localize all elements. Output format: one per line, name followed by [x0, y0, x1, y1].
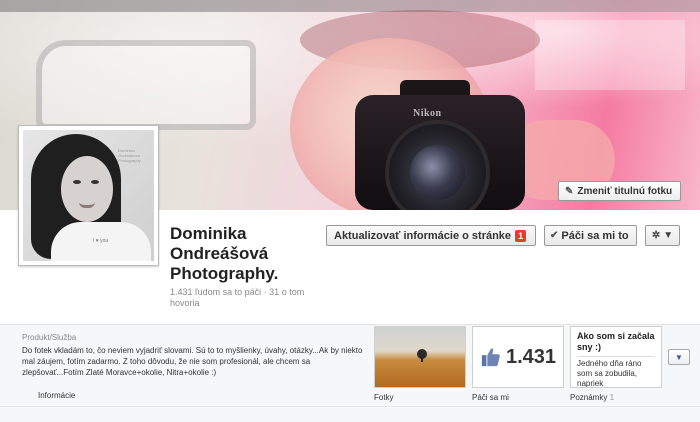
change-cover-label: Zmeniť titulnú fotku	[577, 185, 673, 197]
notes-count: 1	[609, 393, 615, 402]
likes-link[interactable]: Páči sa mi	[472, 393, 509, 402]
notes-app-box[interactable]: Ako som si začala sny :) Jedného dňa rán…	[570, 326, 662, 388]
profile-photo: I ♥ you Dominika Ondreasova Photography	[23, 130, 154, 261]
shirt-text: I ♥ you	[93, 238, 109, 244]
page-about: Do fotek vkladám to, čo neviem vyjadriť …	[22, 346, 363, 377]
like-button[interactable]: ✔ Páči sa mi to	[544, 225, 637, 246]
page-category: Produkt/Služba	[22, 333, 77, 342]
thumbs-up-icon	[481, 348, 500, 367]
photos-app-thumbnail[interactable]	[374, 326, 466, 388]
settings-button[interactable]: ✲ ▼	[645, 225, 680, 246]
note-excerpt: Jedného dňa ráno som sa zobudila, naprie…	[577, 356, 655, 387]
check-icon: ✔	[550, 230, 559, 241]
profile-picture[interactable]: I ♥ you Dominika Ondreasova Photography	[18, 125, 159, 266]
page-title: Dominika Ondreášová Photography.	[170, 224, 279, 283]
likes-count: 1.431	[505, 345, 557, 368]
photo-watermark: Dominika Ondreasova Photography	[118, 148, 141, 163]
info-link[interactable]: Informácie	[38, 391, 75, 400]
camera-brand: Nikon	[413, 108, 442, 119]
update-page-info-label: Aktualizovať informácie o stránke	[334, 229, 512, 242]
change-cover-button[interactable]: ✎ Zmeniť titulnú fotku	[558, 181, 681, 201]
page-stats: 1.431 ľudom sa to páči · 31 o tom hovori…	[170, 287, 305, 308]
update-page-info-button[interactable]: Aktualizovať informácie o stránke 1	[326, 225, 536, 246]
notes-label: Poznámky	[570, 393, 608, 402]
chevron-down-icon: ▼	[675, 352, 683, 362]
gear-icon: ✲	[651, 230, 661, 241]
likes-app-box[interactable]: 1.431	[472, 326, 564, 388]
note-title: Ako som si začala sny :)	[577, 331, 655, 352]
notes-link[interactable]: Poznámky 1	[570, 393, 614, 402]
photos-link[interactable]: Fotky	[374, 393, 394, 402]
notification-badge: 1	[515, 229, 527, 242]
pencil-icon: ✎	[565, 185, 574, 197]
like-label: Páči sa mi to	[561, 229, 629, 242]
more-apps-button[interactable]: ▼	[668, 349, 690, 365]
divider	[0, 406, 700, 407]
chevron-down-icon: ▼	[663, 230, 674, 241]
